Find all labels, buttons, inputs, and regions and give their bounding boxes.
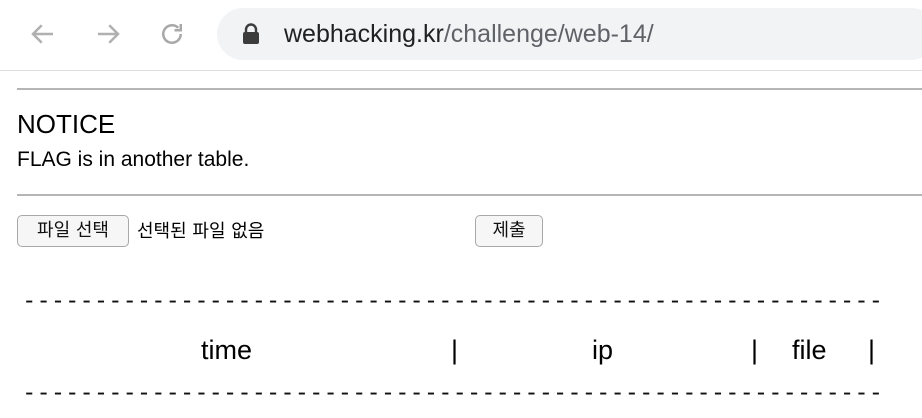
horizontal-rule <box>17 194 922 196</box>
column-header-file: file <box>792 335 827 365</box>
horizontal-rule <box>17 88 922 90</box>
forward-button[interactable] <box>91 17 125 51</box>
column-separator: | <box>868 335 876 365</box>
table-separator-bottom: ----------------------------------------… <box>22 382 882 402</box>
forward-arrow-icon <box>98 24 120 44</box>
column-separator: | <box>451 335 459 365</box>
reload-icon <box>162 24 182 44</box>
submit-button[interactable]: 제출 <box>475 215 543 247</box>
table-separator-top: ----------------------------------------… <box>22 290 882 310</box>
choose-file-button[interactable]: 파일 선택 <box>17 215 129 247</box>
file-status-text: 선택된 파일 없음 <box>137 221 265 242</box>
address-bar[interactable]: webhacking.kr/challenge/web-14/ <box>217 8 922 60</box>
reload-button[interactable] <box>155 17 189 51</box>
back-button[interactable] <box>26 17 60 51</box>
lock-icon <box>243 23 259 44</box>
back-arrow-icon <box>31 24 53 44</box>
url-host: webhacking.kr <box>284 20 444 48</box>
notice-text: FLAG is in another table. <box>17 148 250 171</box>
browser-toolbar: webhacking.kr/challenge/web-14/ <box>0 0 922 71</box>
column-header-ip: ip <box>592 335 614 365</box>
notice-title: NOTICE <box>17 109 116 139</box>
column-separator: | <box>751 335 759 365</box>
url-text[interactable]: webhacking.kr/challenge/web-14/ <box>284 19 654 49</box>
url-path: /challenge/web-14/ <box>443 20 654 48</box>
column-header-time: time <box>201 335 253 365</box>
